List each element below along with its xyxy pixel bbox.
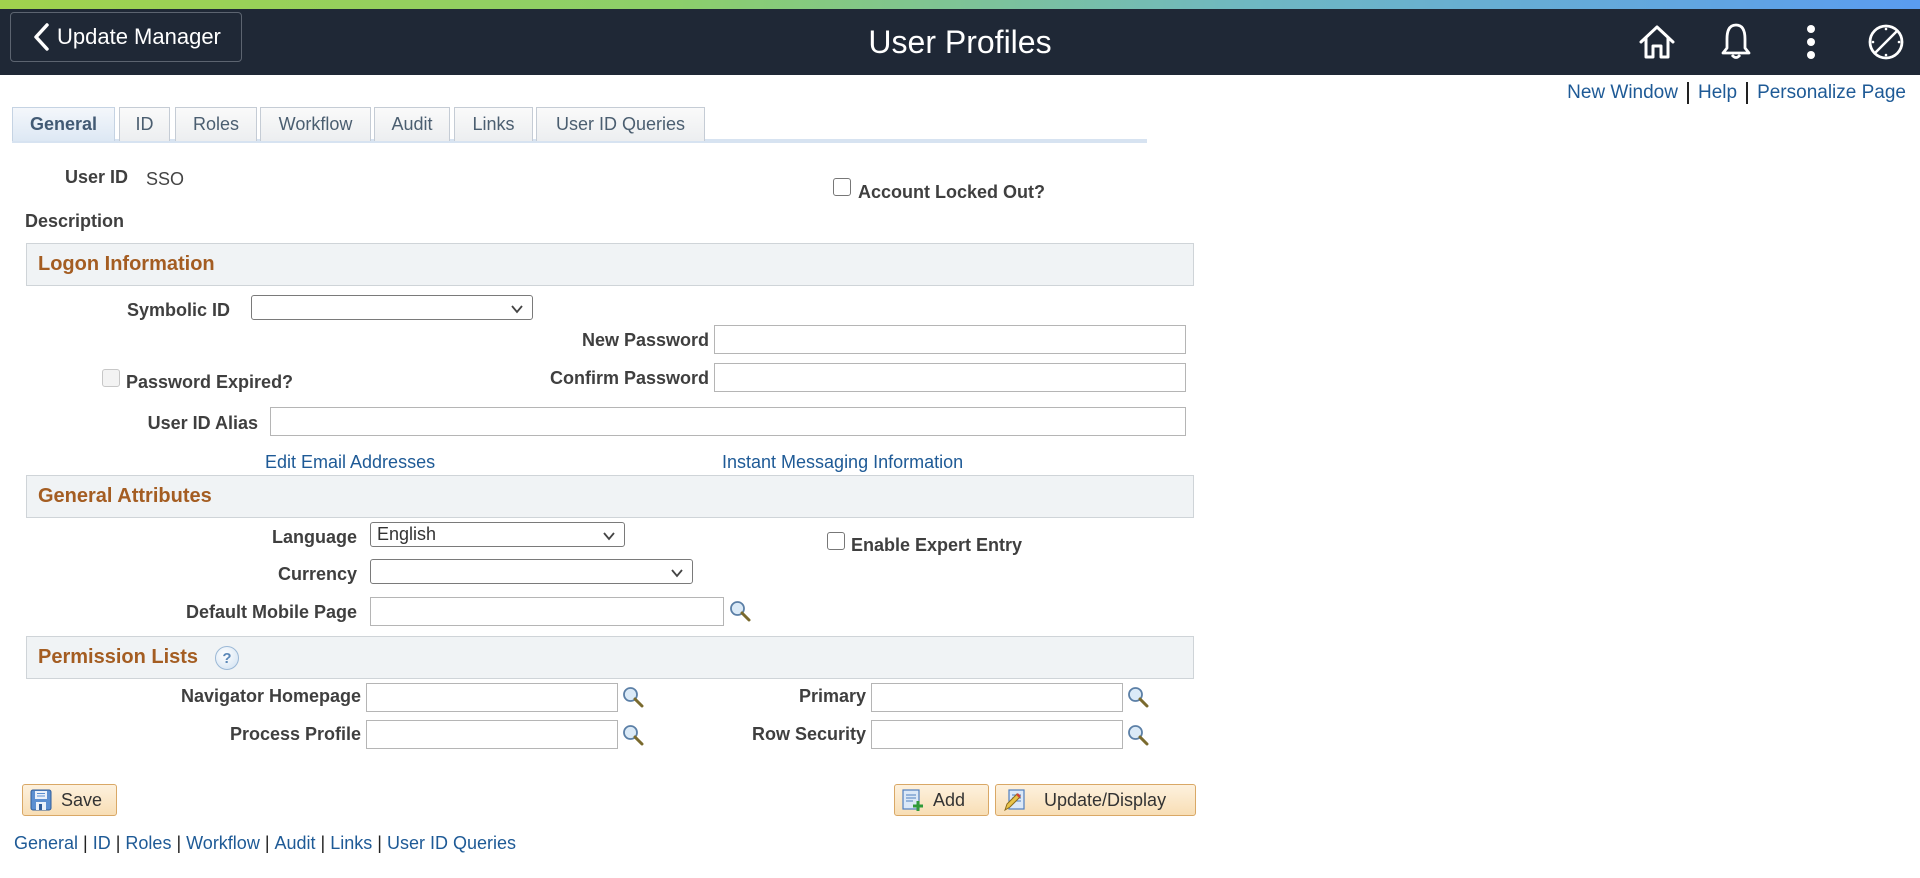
tab-links[interactable]: Links bbox=[454, 107, 533, 141]
update-display-button[interactable]: Update/Display bbox=[995, 784, 1196, 816]
account-locked-checkbox[interactable] bbox=[833, 178, 851, 196]
tab-audit[interactable]: Audit bbox=[374, 107, 450, 141]
bottom-link-audit[interactable]: Audit bbox=[275, 833, 316, 853]
lookup-search-icon[interactable] bbox=[728, 599, 752, 623]
bottom-link-roles[interactable]: Roles bbox=[125, 833, 171, 853]
description-label: Description bbox=[25, 211, 125, 231]
lookup-search-icon[interactable] bbox=[1126, 723, 1150, 747]
currency-select[interactable] bbox=[370, 559, 693, 584]
lookup-search-icon[interactable] bbox=[621, 723, 645, 747]
enable-expert-entry-label: Enable Expert Entry bbox=[851, 535, 1023, 555]
account-locked-label: Account Locked Out? bbox=[858, 182, 1046, 202]
language-select[interactable]: English bbox=[370, 522, 625, 547]
back-button-label: Update Manager bbox=[57, 24, 221, 49]
bell-icon[interactable] bbox=[1708, 14, 1764, 70]
new-password-input[interactable] bbox=[714, 325, 1186, 354]
save-disk-icon bbox=[29, 788, 53, 812]
instant-messaging-information-link[interactable]: Instant Messaging Information bbox=[722, 452, 963, 473]
link-separator: | bbox=[377, 833, 382, 853]
add-button-label: Add bbox=[933, 789, 966, 810]
new-password-label: New Password bbox=[581, 330, 709, 350]
back-update-manager-button[interactable]: Update Manager bbox=[10, 12, 242, 62]
save-button[interactable]: Save bbox=[22, 784, 117, 816]
general-attributes-section: General Attributes bbox=[26, 475, 1194, 518]
navigator-homepage-label: Navigator Homepage bbox=[180, 686, 361, 706]
logon-information-title: Logon Information bbox=[38, 253, 215, 275]
link-separator: | bbox=[115, 833, 121, 853]
user-id-alias-input[interactable] bbox=[270, 407, 1186, 436]
user-id-label: User ID bbox=[64, 167, 128, 187]
new-window-link[interactable]: New Window bbox=[1567, 82, 1678, 104]
tab-roles[interactable]: Roles bbox=[175, 107, 257, 141]
lookup-search-icon[interactable] bbox=[621, 685, 645, 709]
chevron-down-icon bbox=[602, 527, 616, 548]
bottom-link-user-id-queries[interactable]: User ID Queries bbox=[387, 833, 516, 853]
bottom-link-general[interactable]: General bbox=[14, 833, 78, 853]
edit-document-icon bbox=[1002, 788, 1026, 812]
row-security-input[interactable] bbox=[871, 720, 1123, 749]
language-label: Language bbox=[271, 527, 357, 547]
default-mobile-page-label: Default Mobile Page bbox=[185, 602, 357, 622]
help-icon[interactable]: ? bbox=[215, 646, 239, 670]
process-profile-input[interactable] bbox=[366, 720, 618, 749]
password-expired-checkbox[interactable] bbox=[102, 369, 120, 387]
symbolic-id-label: Symbolic ID bbox=[126, 300, 230, 320]
personalize-page-link[interactable]: Personalize Page bbox=[1757, 82, 1906, 104]
link-separator bbox=[1686, 82, 1689, 104]
tab-general[interactable]: General bbox=[12, 107, 115, 141]
tab-user-id-queries[interactable]: User ID Queries bbox=[536, 107, 705, 141]
chevron-down-icon bbox=[670, 564, 684, 585]
row-security-label: Row Security bbox=[751, 724, 866, 744]
logon-information-section: Logon Information bbox=[26, 243, 1194, 286]
tab-id[interactable]: ID bbox=[119, 107, 170, 141]
home-icon[interactable] bbox=[1629, 14, 1685, 70]
link-separator: | bbox=[83, 833, 88, 853]
general-attributes-title: General Attributes bbox=[38, 485, 212, 507]
update-display-button-label: Update/Display bbox=[1044, 789, 1167, 810]
currency-label: Currency bbox=[277, 564, 357, 584]
link-separator: | bbox=[264, 833, 270, 853]
compass-navbar-icon[interactable] bbox=[1858, 14, 1914, 70]
user-id-value: SSO bbox=[146, 169, 185, 189]
lookup-search-icon[interactable] bbox=[1126, 685, 1150, 709]
navigator-homepage-input[interactable] bbox=[366, 683, 618, 712]
bottom-link-links[interactable]: Links bbox=[330, 833, 372, 853]
link-separator bbox=[1746, 82, 1749, 104]
chevron-down-icon bbox=[510, 300, 524, 321]
help-link[interactable]: Help bbox=[1698, 82, 1737, 104]
bottom-link-id[interactable]: ID bbox=[93, 833, 111, 853]
enable-expert-entry-checkbox[interactable] bbox=[827, 532, 845, 550]
password-expired-label: Password Expired? bbox=[126, 372, 294, 392]
language-value: English bbox=[377, 524, 437, 544]
confirm-password-label: Confirm Password bbox=[549, 368, 709, 388]
link-separator: | bbox=[176, 833, 182, 853]
link-separator: | bbox=[320, 833, 326, 853]
process-profile-label: Process Profile bbox=[229, 724, 361, 744]
symbolic-id-select[interactable] bbox=[251, 295, 533, 320]
save-button-label: Save bbox=[61, 789, 103, 810]
add-document-icon bbox=[901, 788, 925, 812]
permission-lists-title: Permission Lists bbox=[38, 646, 199, 668]
add-button[interactable]: Add bbox=[894, 784, 989, 816]
permission-lists-section: Permission Lists ? bbox=[26, 636, 1194, 679]
primary-input[interactable] bbox=[871, 683, 1123, 712]
chevron-left-icon bbox=[23, 12, 59, 62]
page-utility-links: New Window Help Personalize Page bbox=[1567, 82, 1906, 104]
bottom-link-workflow[interactable]: Workflow bbox=[186, 833, 260, 853]
more-options-icon[interactable] bbox=[1783, 14, 1839, 70]
page-title: User Profiles bbox=[868, 24, 1052, 60]
bottom-tab-links: General | ID | Roles | Workflow | Audit | Links | Us… bbox=[14, 833, 516, 854]
user-id-alias-label: User ID Alias bbox=[147, 413, 258, 433]
top-accent-strip bbox=[0, 0, 1920, 9]
confirm-password-input[interactable] bbox=[714, 363, 1186, 392]
tab-workflow[interactable]: Workflow bbox=[260, 107, 371, 141]
default-mobile-page-input[interactable] bbox=[370, 597, 724, 626]
primary-label: Primary bbox=[798, 686, 866, 706]
edit-email-addresses-link[interactable]: Edit Email Addresses bbox=[265, 452, 435, 473]
